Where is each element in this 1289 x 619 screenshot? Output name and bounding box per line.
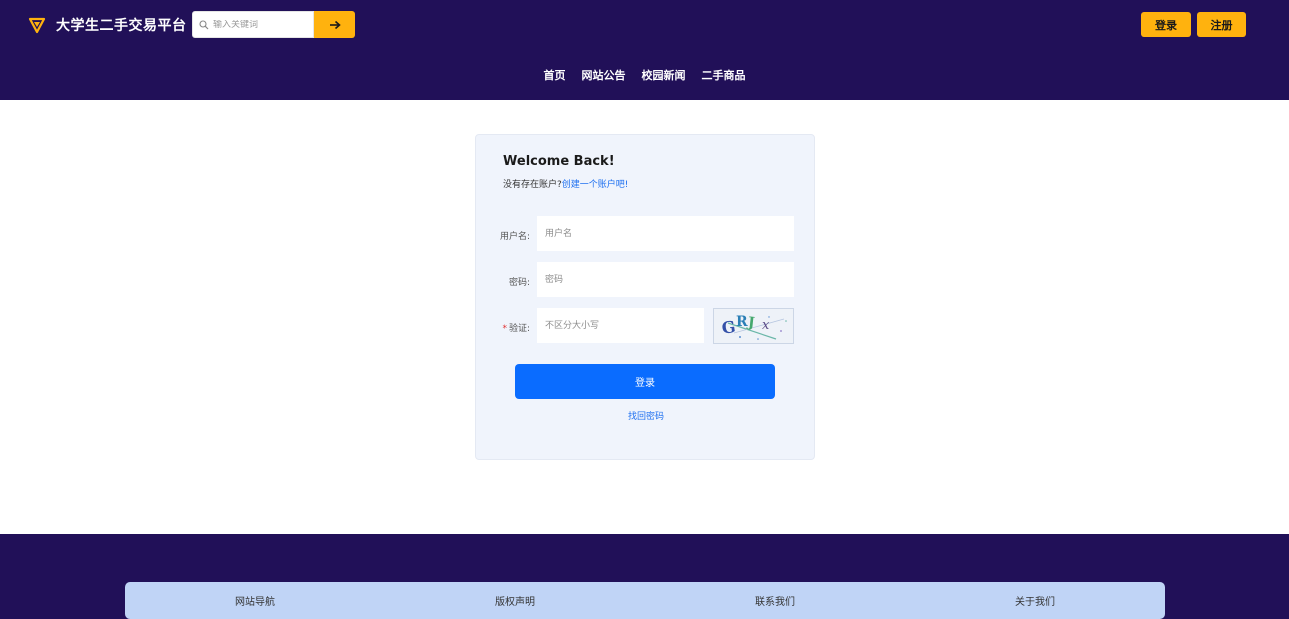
password-input[interactable] <box>537 262 794 297</box>
login-subtitle: 没有存在账户?创建一个账户吧! <box>503 177 628 190</box>
brand-title: 大学生二手交易平台 <box>56 18 187 34</box>
main-nav: 首页 网站公告 校园新闻 二手商品 <box>0 67 1289 83</box>
captcha-label: * 验证: <box>490 321 530 334</box>
nav-item-announcements[interactable]: 网站公告 <box>582 67 626 83</box>
footer: 网站导航 版权声明 联系我们 关于我们 <box>0 534 1289 619</box>
search-box <box>192 11 314 38</box>
footer-link-site-nav[interactable]: 网站导航 <box>125 582 385 619</box>
footer-link-about[interactable]: 关于我们 <box>905 582 1165 619</box>
footer-links: 网站导航 版权声明 联系我们 关于我们 <box>125 582 1165 619</box>
captcha-char-1: G <box>721 317 737 338</box>
required-mark: * <box>502 324 507 334</box>
footer-link-contact[interactable]: 联系我们 <box>645 582 905 619</box>
create-account-link[interactable]: 创建一个账户吧! <box>562 180 629 190</box>
header: 大学生二手交易平台 登录 注册 首页 网站公告 校园新闻 二手商品 <box>0 0 1289 100</box>
search-bar <box>192 11 355 38</box>
search-input[interactable] <box>213 19 313 30</box>
captcha-input[interactable] <box>537 308 704 343</box>
nav-item-home[interactable]: 首页 <box>544 67 566 83</box>
login-subtitle-text: 没有存在账户? <box>503 180 562 190</box>
search-button[interactable] <box>314 11 355 38</box>
captcha-image[interactable]: G R J x <box>713 308 794 344</box>
submit-login-button[interactable]: 登录 <box>515 364 775 399</box>
username-label: 用户名: <box>499 232 530 242</box>
forgot-password-link[interactable]: 找回密码 <box>476 409 816 422</box>
search-icon <box>199 19 209 29</box>
captcha-char-4: x <box>762 318 770 333</box>
username-input[interactable] <box>537 216 794 251</box>
password-label: 密码: <box>508 278 530 288</box>
arrow-right-icon <box>329 20 341 29</box>
nav-item-campus-news[interactable]: 校园新闻 <box>642 67 686 83</box>
login-card: Welcome Back! 没有存在账户?创建一个账户吧! 用户名: 密码: *… <box>475 134 815 460</box>
login-title: Welcome Back! <box>503 154 615 169</box>
nav-item-second-hand-goods[interactable]: 二手商品 <box>702 67 746 83</box>
brand[interactable]: 大学生二手交易平台 <box>28 15 187 35</box>
footer-link-copyright[interactable]: 版权声明 <box>385 582 645 619</box>
captcha-char-2: R <box>736 314 748 330</box>
captcha-graphic: G R J x <box>721 314 787 340</box>
register-button[interactable]: 注册 <box>1197 12 1246 37</box>
captcha-label-text: 验证: <box>508 324 530 334</box>
login-button[interactable]: 登录 <box>1141 12 1191 37</box>
triangle-logo-icon <box>28 17 46 34</box>
